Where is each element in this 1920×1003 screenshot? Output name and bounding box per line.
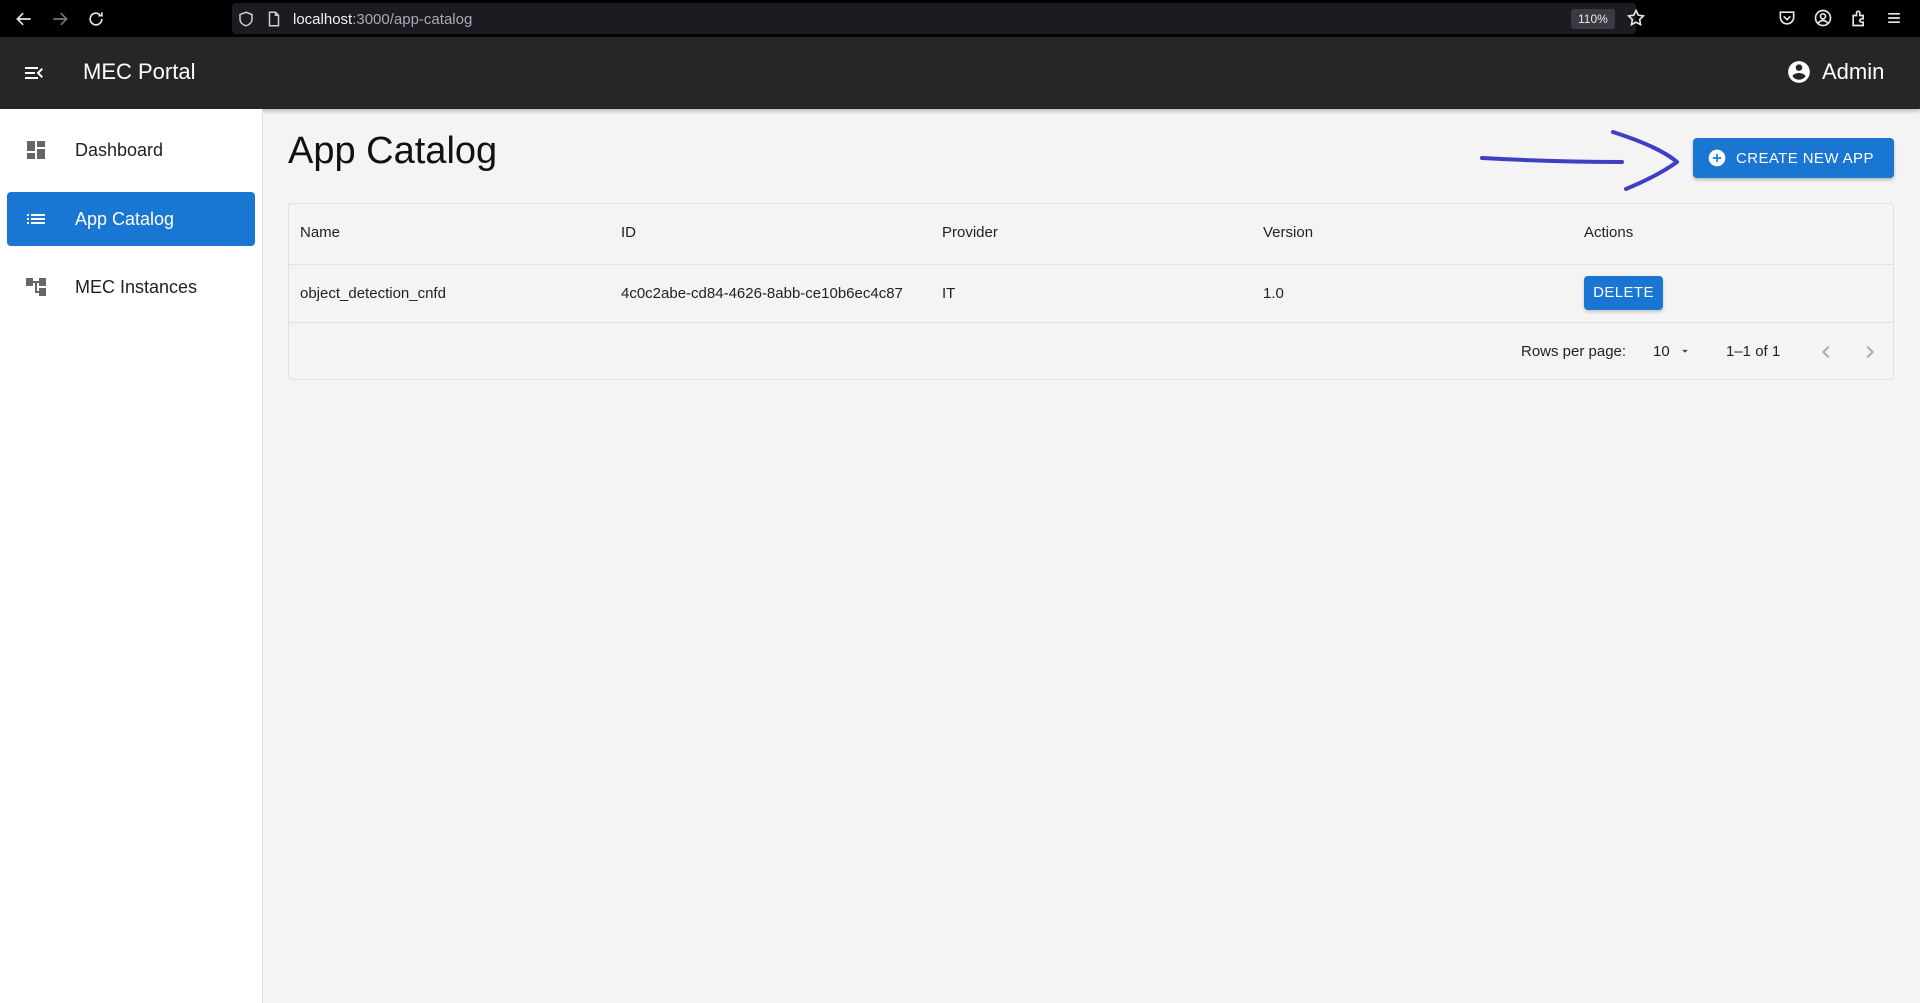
add-circle-icon bbox=[1707, 148, 1727, 168]
sidebar-item-mec-instances[interactable]: MEC Instances bbox=[7, 260, 255, 314]
rows-per-page-label: Rows per page: bbox=[1521, 343, 1627, 360]
column-header-provider[interactable]: Provider bbox=[942, 224, 998, 241]
pagination: Rows per page: 10 1–1 of 1 bbox=[289, 323, 1893, 380]
caret-down-icon bbox=[1681, 349, 1688, 353]
sidebar: Dashboard App Catalog MEC Instances bbox=[0, 109, 263, 1003]
cell-provider: IT bbox=[942, 285, 956, 302]
previous-page-icon[interactable] bbox=[1814, 340, 1838, 364]
rows-per-page-value: 10 bbox=[1653, 342, 1670, 360]
create-new-app-label: CREATE NEW APP bbox=[1736, 149, 1874, 167]
create-new-app-button[interactable]: CREATE NEW APP bbox=[1693, 138, 1894, 178]
sidebar-item-app-catalog[interactable]: App Catalog bbox=[7, 192, 255, 246]
pocket-icon[interactable] bbox=[1777, 8, 1797, 28]
cell-id: 4c0c2abe-cd84-4626-8abb-ce10b6ec4c87 bbox=[621, 285, 903, 302]
column-header-id[interactable]: ID bbox=[621, 224, 636, 241]
forward-icon[interactable] bbox=[47, 6, 73, 32]
cell-name: object_detection_cnfd bbox=[300, 285, 446, 302]
zoom-badge[interactable]: 110% bbox=[1571, 9, 1615, 29]
address-bar[interactable]: localhost:3000/app-catalog 110% bbox=[232, 3, 1636, 34]
next-page-icon[interactable] bbox=[1858, 340, 1882, 364]
account-circle-icon[interactable] bbox=[1813, 8, 1833, 28]
column-header-version[interactable]: Version bbox=[1263, 224, 1313, 241]
bookmark-star-icon[interactable] bbox=[1626, 8, 1646, 28]
column-header-name[interactable]: Name bbox=[300, 224, 340, 241]
list-icon bbox=[24, 207, 48, 231]
url-host: localhost bbox=[293, 11, 353, 28]
app-bar: MEC Portal Admin bbox=[0, 37, 1920, 109]
shield-icon[interactable] bbox=[237, 10, 255, 28]
sidebar-item-label: Dashboard bbox=[75, 139, 164, 160]
hamburger-menu-icon[interactable] bbox=[1884, 8, 1904, 28]
url-path: :3000/app-catalog bbox=[352, 11, 473, 28]
cell-version: 1.0 bbox=[1263, 285, 1284, 302]
url-text[interactable]: localhost:3000/app-catalog bbox=[293, 11, 472, 28]
dashboard-icon bbox=[24, 138, 48, 162]
reload-icon[interactable] bbox=[83, 6, 109, 32]
page-icon bbox=[265, 10, 283, 28]
table-row[interactable]: object_detection_cnfd 4c0c2abe-cd84-4626… bbox=[289, 265, 1893, 323]
rows-per-page-select[interactable]: 10 bbox=[1647, 337, 1695, 365]
account-circle-icon bbox=[1786, 59, 1812, 85]
account-menu[interactable]: Admin bbox=[1786, 57, 1884, 87]
account-label: Admin bbox=[1822, 59, 1885, 84]
sidebar-item-label: MEC Instances bbox=[75, 276, 198, 297]
table-header: Name ID Provider Version Actions bbox=[289, 204, 1893, 265]
extensions-icon[interactable] bbox=[1849, 8, 1869, 28]
app-title: MEC Portal bbox=[83, 59, 196, 84]
sidebar-item-dashboard[interactable]: Dashboard bbox=[7, 123, 255, 177]
browser-toolbar: localhost:3000/app-catalog 110% bbox=[0, 0, 1920, 37]
arrow-annotation bbox=[1480, 130, 1679, 191]
page-range-label: 1–1 of 1 bbox=[1726, 343, 1781, 360]
app-table: Name ID Provider Version Actions object_… bbox=[288, 203, 1894, 380]
hub-icon bbox=[24, 275, 48, 299]
delete-button[interactable]: DELETE bbox=[1584, 276, 1663, 310]
sidebar-item-label: App Catalog bbox=[75, 208, 175, 229]
back-icon[interactable] bbox=[11, 6, 37, 32]
menu-open-icon[interactable] bbox=[22, 61, 48, 85]
page-title: App Catalog bbox=[288, 130, 498, 172]
column-header-actions: Actions bbox=[1584, 224, 1634, 241]
